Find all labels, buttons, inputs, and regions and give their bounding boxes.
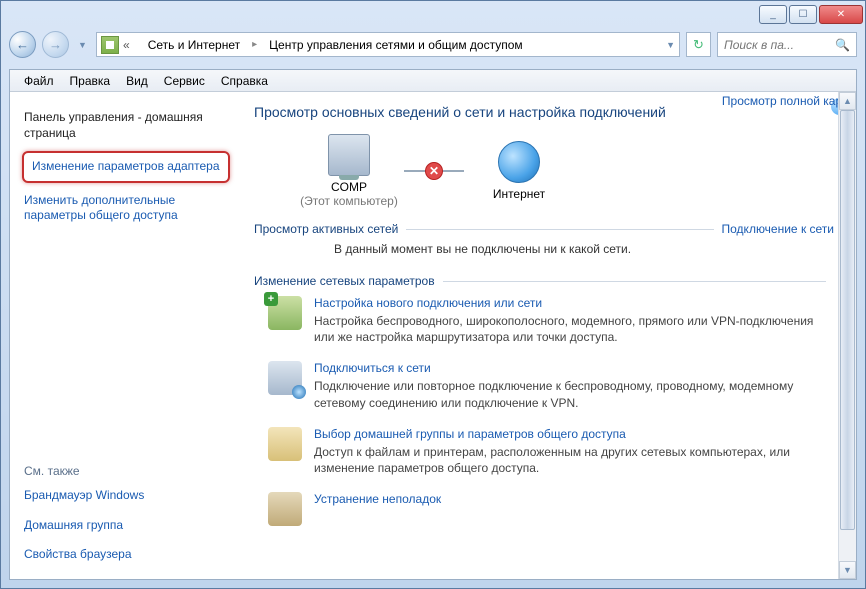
- scroll-thumb[interactable]: [840, 110, 855, 530]
- setup-connection-icon: [268, 296, 302, 330]
- main-content: Просмотр основных сведений о сети и наст…: [242, 92, 856, 579]
- menu-view[interactable]: Вид: [118, 72, 156, 90]
- menu-bar: Файл Правка Вид Сервис Справка: [10, 70, 856, 92]
- minimize-icon: _: [770, 9, 776, 20]
- minimize-button[interactable]: _: [759, 5, 787, 24]
- sidebar-advanced-sharing[interactable]: Изменить дополнительные параметры общего…: [22, 189, 230, 228]
- task-homegroup: Выбор домашней группы и параметров общег…: [254, 427, 834, 476]
- divider: [406, 229, 713, 230]
- control-panel-icon: [101, 36, 119, 54]
- task-homegroup-link[interactable]: Выбор домашней группы и параметров общег…: [314, 427, 834, 441]
- no-connection-icon: ✕: [425, 162, 443, 180]
- history-dropdown-button[interactable]: ▼: [75, 31, 90, 58]
- menu-edit[interactable]: Правка: [62, 72, 119, 90]
- breadcrumb-network[interactable]: Сеть и Интернет: [148, 38, 240, 52]
- refresh-icon: ↻: [693, 37, 704, 53]
- refresh-button[interactable]: ↻: [686, 32, 711, 57]
- sidebar-windows-firewall[interactable]: Брандмауэр Windows: [22, 484, 230, 508]
- globe-icon: [498, 141, 540, 183]
- task-troubleshoot: Устранение неполадок: [254, 492, 834, 526]
- menu-help[interactable]: Справка: [213, 72, 276, 90]
- connect-network-icon: [268, 361, 302, 395]
- address-bar[interactable]: « Сеть и Интернет ▸ Центр управления сет…: [96, 32, 680, 57]
- sidebar-browser-properties[interactable]: Свойства браузера: [22, 543, 230, 567]
- map-connection-line: ✕: [404, 170, 464, 172]
- map-pc-sublabel: (Этот компьютер): [294, 194, 404, 208]
- task-setup-connection-desc: Настройка беспроводного, широкополосного…: [314, 313, 834, 345]
- sidebar-homegroup[interactable]: Домашняя группа: [22, 514, 230, 538]
- task-connect-network: Подключиться к сети Подключение или повт…: [254, 361, 834, 410]
- task-homegroup-desc: Доступ к файлам и принтерам, расположенн…: [314, 444, 834, 476]
- troubleshoot-icon: [268, 492, 302, 526]
- task-connect-network-desc: Подключение или повторное подключение к …: [314, 378, 834, 410]
- change-settings-heading: Изменение сетевых параметров: [254, 274, 435, 288]
- computer-icon: [328, 134, 370, 176]
- map-pc-label: COMP: [294, 180, 404, 194]
- menu-service[interactable]: Сервис: [156, 72, 213, 90]
- task-setup-connection: Настройка нового подключения или сети На…: [254, 296, 834, 345]
- scroll-down-button[interactable]: ▼: [839, 561, 856, 579]
- breadcrumb-chevron[interactable]: ▸: [252, 39, 257, 50]
- divider: [443, 281, 826, 282]
- breadcrumb-sharing-center[interactable]: Центр управления сетями и общим доступом: [269, 38, 523, 52]
- network-map: COMP (Этот компьютер) ✕ Интернет: [294, 134, 834, 208]
- sidebar-control-panel-home[interactable]: Панель управления - домашняя страница: [22, 106, 230, 145]
- maximize-button[interactable]: ☐: [789, 5, 817, 24]
- no-connection-text: В данный момент вы не подключены ни к ка…: [334, 242, 834, 256]
- forward-button[interactable]: →: [42, 31, 69, 58]
- back-icon: ←: [16, 37, 29, 52]
- task-connect-network-link[interactable]: Подключиться к сети: [314, 361, 834, 375]
- task-setup-connection-link[interactable]: Настройка нового подключения или сети: [314, 296, 834, 310]
- close-icon: ✕: [837, 9, 845, 20]
- map-internet-label: Интернет: [464, 187, 574, 201]
- connect-to-network-link[interactable]: Подключение к сети: [722, 222, 834, 236]
- forward-icon: →: [49, 37, 62, 52]
- homegroup-icon: [268, 427, 302, 461]
- address-dropdown[interactable]: ▼: [666, 40, 675, 50]
- close-button[interactable]: ✕: [819, 5, 863, 24]
- view-full-map-link[interactable]: Просмотр полной карты: [722, 94, 856, 108]
- map-internet[interactable]: Интернет: [464, 141, 574, 201]
- search-box[interactable]: 🔍: [717, 32, 857, 57]
- sidebar: Панель управления - домашняя страница Из…: [10, 92, 242, 579]
- back-button[interactable]: ←: [9, 31, 36, 58]
- breadcrumb-up[interactable]: «: [123, 38, 130, 52]
- search-input[interactable]: [724, 38, 831, 52]
- active-networks-heading: Просмотр активных сетей: [254, 222, 398, 236]
- sidebar-see-also-heading: См. также: [24, 464, 230, 478]
- chevron-down-icon: ▼: [78, 40, 87, 50]
- maximize-icon: ☐: [799, 9, 808, 20]
- x-icon: ✕: [429, 164, 439, 178]
- task-troubleshoot-link[interactable]: Устранение неполадок: [314, 492, 441, 506]
- scroll-up-button[interactable]: ▲: [839, 92, 856, 110]
- menu-file[interactable]: Файл: [16, 72, 62, 90]
- sidebar-change-adapter-settings[interactable]: Изменение параметров адаптера: [22, 151, 230, 183]
- search-icon: 🔍: [835, 38, 850, 52]
- scrollbar[interactable]: ▲ ▼: [838, 92, 856, 579]
- map-this-pc[interactable]: COMP (Этот компьютер): [294, 134, 404, 208]
